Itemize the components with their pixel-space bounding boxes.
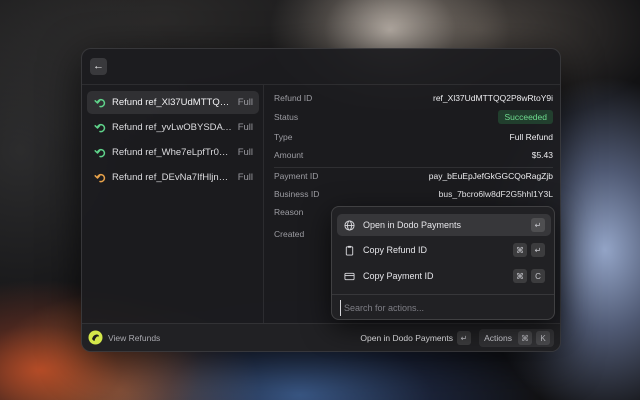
metadata-label: Business ID <box>274 189 320 199</box>
dodo-logo-icon <box>88 330 103 345</box>
globe-icon <box>343 219 355 231</box>
metadata-value: Full Refund <box>509 132 553 142</box>
metadata-value: bus_7bcro6lw8dF2G5hhl1Y3L <box>438 189 553 199</box>
metadata-label: Type <box>274 132 293 142</box>
list-item-title: Refund ref_Xl37UdMTTQQ2P8wRtoY9i <box>112 97 232 108</box>
list-item-title: Refund ref_yvLwOBYSDAVbZq8cL3m1k <box>112 122 232 133</box>
metadata-value: pay_bEuEpJefGkGGCQoRagZjb <box>428 171 553 181</box>
action-search-input[interactable] <box>340 300 540 316</box>
list-item[interactable]: Refund ref_DEvNa7IfHljnZQi8RwT5u Full <box>87 166 259 189</box>
enter-key-hint: ↵ <box>531 218 545 232</box>
clipboard-icon <box>343 244 355 256</box>
list-item[interactable]: Refund ref_yvLwOBYSDAVbZq8cL3m1k Full <box>87 116 259 139</box>
metadata-label: Reason <box>274 207 304 217</box>
metadata-row-status: Status Succeeded <box>274 108 553 126</box>
refund-arrow-icon <box>93 121 106 134</box>
actions-label: Actions <box>484 333 512 343</box>
action-title: Copy Payment ID <box>363 271 434 281</box>
list-item-title: Refund ref_Whe7eLpfTr0gdP4sK2nQx <box>112 147 232 158</box>
command-key-hint: ⌘ <box>513 243 527 257</box>
action-copy-refund-id[interactable]: Copy Refund ID ⌘ ↵ <box>337 239 551 261</box>
metadata-value: $5.43 <box>531 150 553 160</box>
action-bar: View Refunds Open in Dodo Payments ↵ Act… <box>82 323 560 351</box>
action-title: Open in Dodo Payments <box>363 220 462 230</box>
metadata-row-business-id: Business ID bus_7bcro6lw8dF2G5hhl1Y3L <box>274 185 553 203</box>
metadata-row-amount: Amount $5.43 <box>274 146 553 164</box>
list-item-accessory: Full <box>237 147 253 158</box>
refund-arrow-icon <box>93 171 106 184</box>
metadata-row-refund-id: Refund ID ref_Xl37UdMTTQQ2P8wRtoY9i <box>274 89 553 107</box>
back-button[interactable]: ← <box>90 58 107 75</box>
metadata-row-type: Type Full Refund <box>274 128 553 146</box>
primary-action-label: Open in Dodo Payments <box>360 333 453 343</box>
actions-panel: Open in Dodo Payments ↵ Copy Refund ID ⌘… <box>331 206 555 320</box>
list-item-title: Refund ref_DEvNa7IfHljnZQi8RwT5u <box>112 172 232 183</box>
command-key-hint: ⌘ <box>518 331 532 345</box>
list-item-accessory: Full <box>237 97 253 108</box>
refund-arrow-icon <box>93 146 106 159</box>
navigation-title: View Refunds <box>108 333 161 343</box>
actions-button[interactable]: Actions ⌘ K <box>479 329 554 347</box>
list-item-accessory: Full <box>237 172 253 183</box>
metadata-value: ref_Xl37UdMTTQQ2P8wRtoY9i <box>433 93 553 103</box>
metadata-label: Created <box>274 229 305 239</box>
metadata-row-payment-id: Payment ID pay_bEuEpJefGkGGCQoRagZjb <box>274 167 553 185</box>
panel-divider <box>332 294 554 295</box>
arrow-left-icon: ← <box>93 60 104 72</box>
action-copy-payment-id[interactable]: Copy Payment ID ⌘ C <box>337 265 551 287</box>
top-bar: ← <box>82 49 560 85</box>
command-key-hint: ⌘ <box>513 269 527 283</box>
list-item-accessory: Full <box>237 122 253 133</box>
list-item[interactable]: Refund ref_Whe7eLpfTr0gdP4sK2nQx Full <box>87 141 259 164</box>
c-key-hint: C <box>531 269 545 283</box>
refund-arrow-icon <box>93 96 106 109</box>
metadata-label: Status <box>274 112 299 122</box>
k-key-hint: K <box>536 331 550 345</box>
action-open-in-dodo[interactable]: Open in Dodo Payments ↵ <box>337 214 551 236</box>
refund-list: Refund ref_Xl37UdMTTQQ2P8wRtoY9i Full Re… <box>82 85 264 325</box>
credit-card-icon <box>343 270 355 282</box>
action-title: Copy Refund ID <box>363 245 428 255</box>
enter-key-hint: ↵ <box>531 243 545 257</box>
metadata-label: Amount <box>274 150 304 160</box>
status-badge: Succeeded <box>498 110 553 124</box>
metadata-label: Payment ID <box>274 171 319 181</box>
primary-action-button[interactable]: Open in Dodo Payments ↵ <box>360 330 471 346</box>
enter-key-hint: ↵ <box>457 331 471 345</box>
metadata-label: Refund ID <box>274 93 313 103</box>
list-item[interactable]: Refund ref_Xl37UdMTTQQ2P8wRtoY9i Full <box>87 91 259 114</box>
